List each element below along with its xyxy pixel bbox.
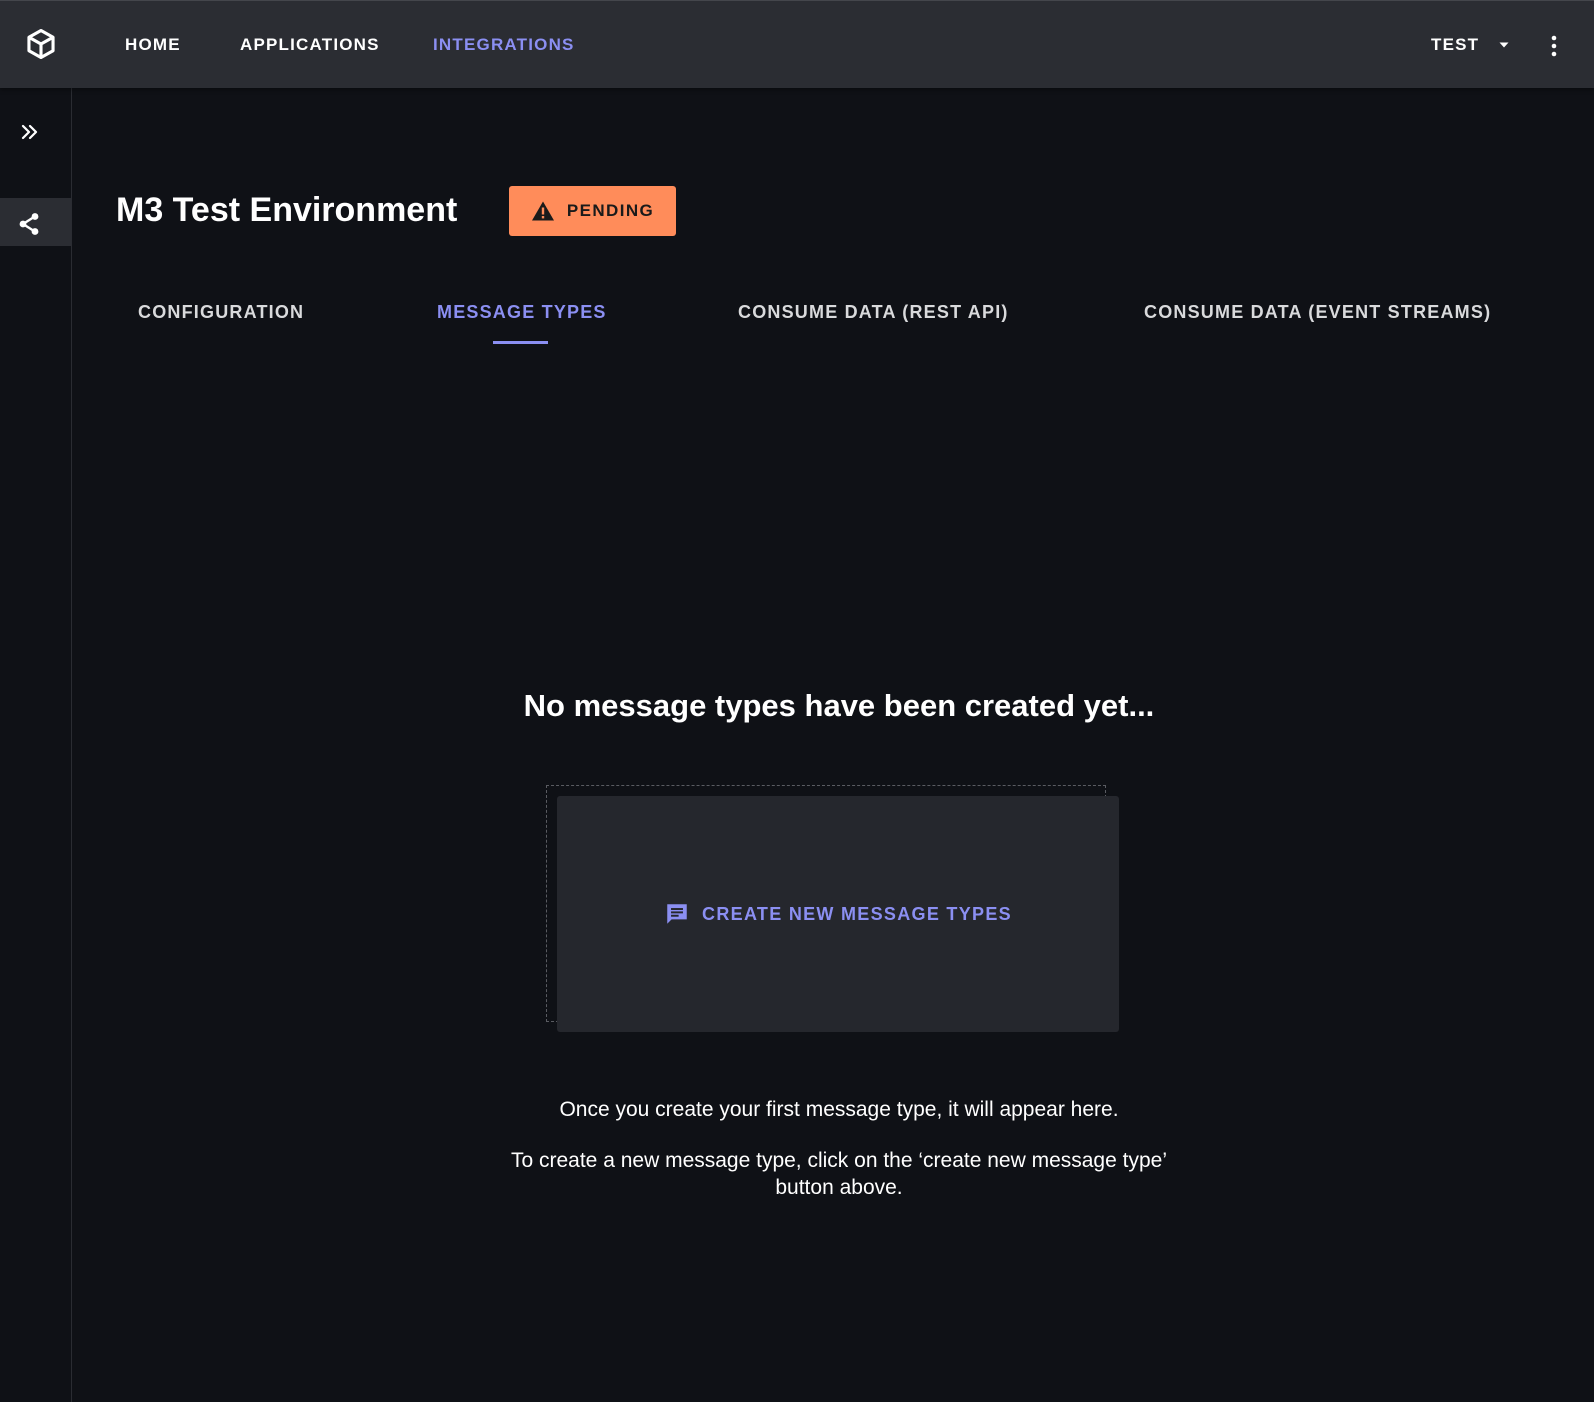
- user-menu[interactable]: TEST: [1431, 35, 1479, 55]
- top-navigation-bar: HOME APPLICATIONS INTEGRATIONS TEST: [0, 0, 1594, 88]
- caret-down-icon[interactable]: [1498, 39, 1510, 51]
- create-button-label: CREATE NEW MESSAGE TYPES: [702, 903, 1012, 924]
- create-message-types-button[interactable]: CREATE NEW MESSAGE TYPES: [557, 796, 1119, 1032]
- page-title: M3 Test Environment: [116, 191, 458, 229]
- nav-applications[interactable]: APPLICATIONS: [240, 35, 380, 55]
- status-text: PENDING: [566, 201, 655, 220]
- cube-logo-icon[interactable]: [24, 27, 58, 61]
- sidebar: [0, 88, 72, 1402]
- help-text-primary: Once you create your first message type,…: [559, 1098, 1119, 1121]
- tab-consume-event-streams[interactable]: CONSUME DATA (EVENT STREAMS): [1144, 301, 1491, 323]
- help-text-secondary: To create a new message type, click on t…: [510, 1149, 1167, 1199]
- double-chevron-right-icon[interactable]: [16, 118, 44, 146]
- kebab-menu-icon[interactable]: [1541, 33, 1567, 59]
- active-tab-indicator: [493, 341, 548, 344]
- warning-icon: [531, 201, 554, 221]
- nav-home[interactable]: HOME: [125, 35, 181, 55]
- empty-state-title: No message types have been created yet..…: [523, 688, 1155, 723]
- tab-consume-rest-api[interactable]: CONSUME DATA (REST API): [738, 301, 1009, 323]
- tab-configuration[interactable]: CONFIGURATION: [138, 301, 304, 323]
- nav-integrations[interactable]: INTEGRATIONS: [433, 35, 575, 55]
- tab-message-types[interactable]: MESSAGE TYPES: [437, 301, 607, 323]
- message-icon: [667, 904, 687, 924]
- sidebar-item-integration[interactable]: [0, 198, 71, 246]
- share-icon: [19, 213, 39, 235]
- status-badge: PENDING: [509, 186, 676, 236]
